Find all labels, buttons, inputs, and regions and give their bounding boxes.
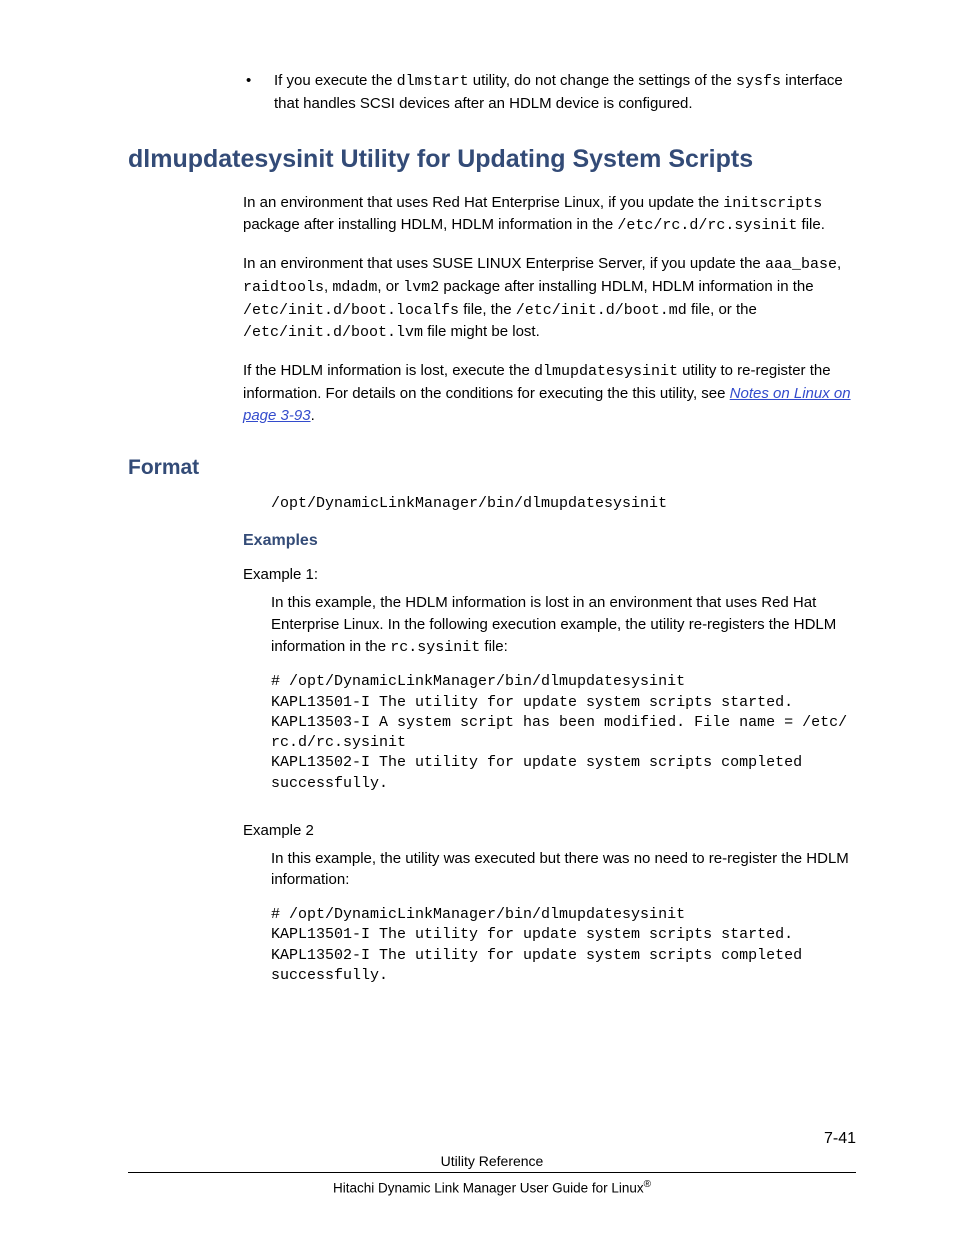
registered-trademark-icon: ® — [644, 1179, 651, 1190]
text: In an environment that uses Red Hat Ente… — [243, 194, 723, 211]
text: package after installing HDLM, HDLM info… — [439, 278, 813, 295]
text: file. — [797, 216, 825, 233]
example-1-desc: In this example, the HDLM information is… — [271, 592, 856, 658]
text: If you execute the — [274, 72, 397, 89]
code: raidtools — [243, 279, 324, 296]
text: If the HDLM information is lost, execute… — [243, 362, 534, 379]
text: file, the — [459, 301, 516, 318]
bullet-text: If you execute the dlmstart utility, do … — [274, 70, 856, 115]
code: aaa_base — [765, 256, 837, 273]
code: sysfs — [736, 73, 781, 90]
page-footer: Utility Reference 7-41 Hitachi Dynamic L… — [128, 1150, 856, 1196]
text: file, or the — [687, 301, 757, 318]
examples-heading: Examples — [243, 532, 856, 550]
text: In this example, the HDLM information is… — [271, 594, 836, 655]
text: , or — [377, 278, 403, 295]
page: • If you execute the dlmstart utility, d… — [0, 0, 954, 1235]
example-1-output: # /opt/DynamicLinkManager/bin/dlmupdates… — [271, 672, 856, 794]
paragraph: If the HDLM information is lost, execute… — [243, 360, 856, 426]
example-2-output: # /opt/DynamicLinkManager/bin/dlmupdates… — [271, 905, 856, 986]
text: file: — [480, 638, 508, 655]
code: dlmupdatesysinit — [534, 363, 678, 380]
code: /etc/init.d/boot.md — [516, 302, 687, 319]
code: /etc/init.d/boot.lvm — [243, 324, 423, 341]
paragraph: In an environment that uses Red Hat Ente… — [243, 192, 856, 238]
text: package after installing HDLM, HDLM info… — [243, 216, 617, 233]
code: rc.sysinit — [390, 639, 480, 656]
subsection-heading-format: Format — [128, 456, 856, 480]
section-heading: dlmupdatesysinit Utility for Updating Sy… — [128, 145, 856, 174]
code: dlmstart — [397, 73, 469, 90]
code: mdadm — [332, 279, 377, 296]
footer-divider — [128, 1172, 856, 1173]
footer-section-title: Utility Reference — [441, 1153, 544, 1169]
text: utility, do not change the settings of t… — [469, 72, 736, 89]
paragraph: In an environment that uses SUSE LINUX E… — [243, 253, 856, 344]
example-2-label: Example 2 — [243, 820, 856, 842]
bullet-dot: • — [246, 70, 274, 115]
page-number: 7-41 — [824, 1128, 856, 1150]
code: lvm2 — [403, 279, 439, 296]
text: . — [311, 407, 315, 424]
bullet-item: • If you execute the dlmstart utility, d… — [246, 70, 856, 115]
text: In an environment that uses SUSE LINUX E… — [243, 255, 765, 272]
text: file might be lost. — [423, 323, 540, 340]
code: initscripts — [723, 195, 822, 212]
footer-guide-title: Hitachi Dynamic Link Manager User Guide … — [333, 1180, 644, 1195]
code: /etc/rc.d/rc.sysinit — [617, 217, 797, 234]
footer-row-1: Utility Reference 7-41 — [128, 1150, 856, 1172]
example-1-label: Example 1: — [243, 564, 856, 586]
code: /etc/init.d/boot.localfs — [243, 302, 459, 319]
example-2-desc: In this example, the utility was execute… — [271, 848, 856, 892]
text: , — [837, 255, 841, 272]
format-command-path: /opt/DynamicLinkManager/bin/dlmupdatesys… — [271, 495, 856, 512]
footer-row-2: Hitachi Dynamic Link Manager User Guide … — [128, 1179, 856, 1196]
